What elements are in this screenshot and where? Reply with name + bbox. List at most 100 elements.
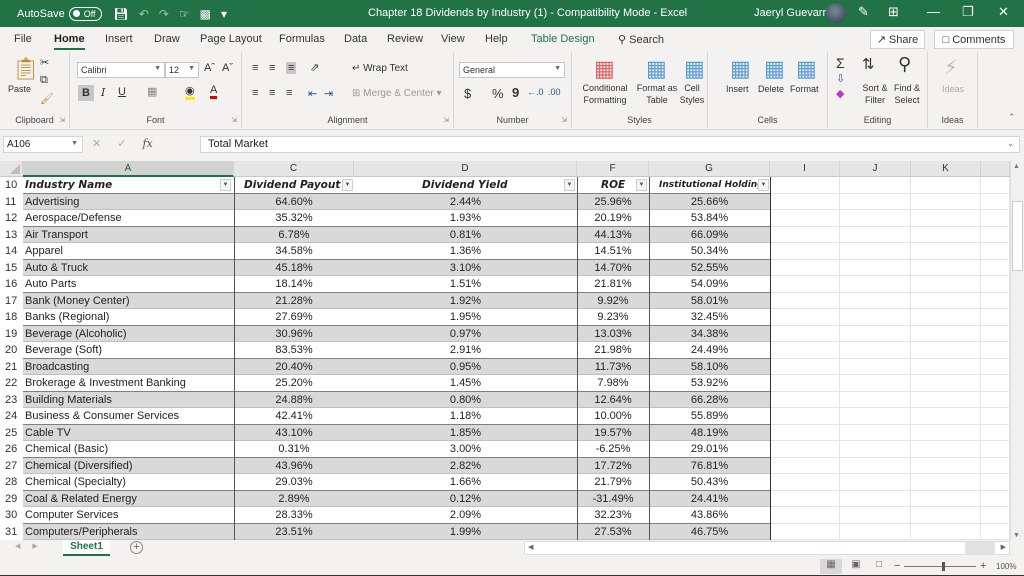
cell-dividend-yield[interactable]: 1.99%	[354, 523, 577, 540]
cell-empty[interactable]	[840, 309, 911, 326]
cell-empty[interactable]	[911, 457, 981, 474]
font-color-icon[interactable]: A	[210, 84, 218, 99]
tab-formulas[interactable]: Formulas	[279, 33, 325, 45]
zoom-in-icon[interactable]: +	[980, 560, 986, 572]
undo-icon[interactable]: ↶	[139, 7, 149, 21]
normal-view-icon[interactable]: ▦	[820, 559, 842, 574]
delete-button[interactable]: Delete	[758, 83, 784, 95]
next-sheet-icon[interactable]: ▶	[32, 542, 37, 550]
cell-roe[interactable]: 32.23%	[577, 507, 649, 524]
cell-empty[interactable]	[840, 226, 911, 243]
ideas-button[interactable]: Ideas	[942, 83, 964, 95]
cell-roe[interactable]: 11.73%	[577, 358, 649, 375]
row-number[interactable]: 16	[0, 276, 23, 293]
cell-empty[interactable]	[911, 358, 981, 375]
insert-cells-icon[interactable]: ▦	[730, 56, 751, 82]
cell-dividend-yield[interactable]: 0.97%	[354, 325, 577, 342]
cell-empty[interactable]	[840, 457, 911, 474]
filter-dropdown-icon[interactable]: ▼	[758, 179, 769, 191]
cell-empty[interactable]	[770, 424, 840, 441]
cell-institutional-holdings[interactable]: 24.49%	[649, 342, 770, 359]
cell-empty[interactable]	[981, 523, 1010, 540]
cell-empty[interactable]	[911, 424, 981, 441]
cancel-icon[interactable]: ✕	[92, 137, 101, 150]
cell-institutional-holdings[interactable]: 46.75%	[649, 523, 770, 540]
cell-empty[interactable]	[981, 375, 1010, 392]
font-name-select[interactable]: Calibri ▼	[77, 62, 165, 78]
cell-industry-name[interactable]: Computer Services	[23, 507, 234, 524]
format-painter-icon[interactable]: 🖌︎	[40, 92, 54, 105]
cell-empty[interactable]	[911, 226, 981, 243]
cell-empty[interactable]	[911, 375, 981, 392]
format-as-table-icon[interactable]: ▦	[646, 56, 667, 82]
cell-empty[interactable]	[911, 210, 981, 227]
align-center-icon[interactable]: ≡	[269, 87, 275, 99]
cell-institutional-holdings[interactable]: 53.84%	[649, 210, 770, 227]
format-button[interactable]: Format	[790, 83, 819, 95]
cell-dividend-yield[interactable]: 0.95%	[354, 358, 577, 375]
cell-dividend-payout[interactable]: 45.18%	[234, 259, 354, 276]
cell-empty[interactable]	[840, 523, 911, 540]
cell-institutional-holdings[interactable]: 24.41%	[649, 490, 770, 507]
cell-empty[interactable]	[981, 358, 1010, 375]
cell-industry-name[interactable]: Beverage (Alcoholic)	[23, 325, 234, 342]
cell-empty[interactable]	[770, 441, 840, 458]
insert-button[interactable]: Insert	[726, 83, 749, 95]
cell-institutional-holdings[interactable]: 66.28%	[649, 391, 770, 408]
cell-industry-name[interactable]: Banks (Regional)	[23, 309, 234, 326]
cell-empty[interactable]	[911, 325, 981, 342]
tab-data[interactable]: Data	[344, 33, 367, 45]
cell-dividend-payout[interactable]: 18.14%	[234, 276, 354, 293]
cell-empty[interactable]	[840, 292, 911, 309]
cell-empty[interactable]	[981, 193, 1010, 210]
prev-sheet-icon[interactable]: ◀	[15, 542, 20, 550]
cell-empty[interactable]	[981, 309, 1010, 326]
cell-industry-name[interactable]: Chemical (Basic)	[23, 441, 234, 458]
number-format-select[interactable]: General ▼	[459, 62, 565, 78]
cell-dividend-payout[interactable]: 64.60%	[234, 193, 354, 210]
header-dividend-yield[interactable]: Dividend Yield	[354, 177, 577, 194]
cell-empty[interactable]	[770, 292, 840, 309]
cell-empty[interactable]	[770, 391, 840, 408]
cell-empty[interactable]	[981, 408, 1010, 425]
row-number[interactable]: 23	[0, 391, 23, 408]
column-header-a[interactable]: A	[23, 161, 234, 177]
header-institutional-holdings[interactable]: Institutional Holdings	[649, 177, 770, 194]
number-launcher-icon[interactable]: ⇲	[561, 116, 567, 124]
formula-input[interactable]: Total Market ⌄	[200, 136, 1020, 153]
cell-dividend-yield[interactable]: 2.82%	[354, 457, 577, 474]
zoom-out-icon[interactable]: −	[894, 560, 900, 572]
scroll-left-icon[interactable]: ◀	[528, 543, 533, 551]
cell-empty[interactable]	[770, 457, 840, 474]
cell-institutional-holdings[interactable]: 54.09%	[649, 276, 770, 293]
filter-dropdown-icon[interactable]: ▼	[636, 179, 647, 191]
cell-dividend-yield[interactable]: 2.44%	[354, 193, 577, 210]
cell-empty[interactable]	[981, 226, 1010, 243]
insert-function-icon[interactable]: fx	[142, 137, 152, 150]
bold-button[interactable]: B	[78, 85, 94, 101]
cell-dividend-payout[interactable]: 43.10%	[234, 424, 354, 441]
font-color-qat-icon[interactable]: ▩	[200, 7, 211, 21]
cell-institutional-holdings[interactable]: 52.55%	[649, 259, 770, 276]
row-number[interactable]: 24	[0, 408, 23, 425]
cell-institutional-holdings[interactable]: 58.01%	[649, 292, 770, 309]
cell-empty[interactable]	[840, 325, 911, 342]
cell-empty[interactable]	[840, 210, 911, 227]
cell-dividend-payout[interactable]: 35.32%	[234, 210, 354, 227]
cell-dividend-payout[interactable]: 83.53%	[234, 342, 354, 359]
cell-dividend-payout[interactable]: 2.89%	[234, 490, 354, 507]
pen-icon[interactable]: ✎	[858, 4, 869, 20]
cell-roe[interactable]: 21.98%	[577, 342, 649, 359]
cell-institutional-holdings[interactable]: 43.86%	[649, 507, 770, 524]
cell-empty[interactable]	[981, 276, 1010, 293]
row-number[interactable]: 27	[0, 457, 23, 474]
column-header-d[interactable]: D	[354, 161, 577, 177]
vertical-scroll-thumb[interactable]	[1012, 201, 1023, 271]
select-all-corner[interactable]	[0, 161, 23, 177]
cell-empty[interactable]	[770, 259, 840, 276]
cell-empty[interactable]	[770, 243, 840, 260]
cell-dividend-payout[interactable]: 29.03%	[234, 474, 354, 491]
increase-font-icon[interactable]: Aˆ	[204, 62, 215, 74]
cell-dividend-payout[interactable]: 27.69%	[234, 309, 354, 326]
tab-home[interactable]: Home	[54, 33, 85, 50]
